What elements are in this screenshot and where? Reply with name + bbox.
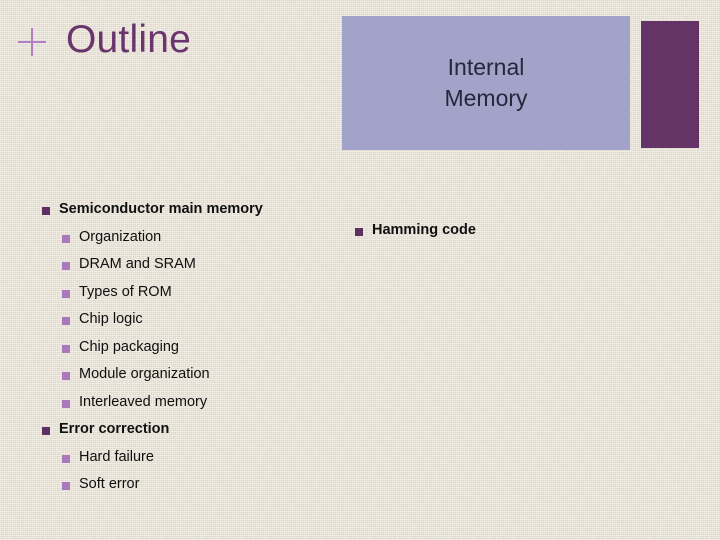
outline-label: Interleaved memory — [79, 393, 208, 410]
slide-canvas: Outline Internal Memory Semiconductor ma… — [0, 0, 720, 540]
outline-item: Module organization — [42, 365, 342, 393]
accent-block — [641, 21, 699, 148]
outline-label: Hard failure — [79, 448, 154, 465]
outline-item: Organization — [42, 228, 342, 256]
outline-label: Error correction — [59, 421, 170, 437]
bullet-square-icon — [355, 228, 363, 236]
outline-item: Semiconductor main memory — [42, 200, 342, 228]
outline-item: Soft error — [42, 475, 342, 503]
page-title: Outline — [66, 18, 191, 61]
bullet-square-icon — [42, 427, 50, 435]
plus-icon — [18, 27, 48, 57]
outline-label: Semiconductor main memory — [59, 201, 263, 217]
outline-item: Interleaved memory — [42, 393, 342, 421]
banner-title: Internal Memory — [444, 53, 528, 111]
right-column-label: Hamming code — [372, 222, 476, 238]
outline-label: Chip logic — [79, 311, 143, 327]
outline-label: DRAM and SRAM — [79, 256, 196, 272]
outline-item: Types of ROM — [42, 283, 342, 311]
bullet-square-icon — [42, 207, 50, 215]
internal-memory-banner: Internal Memory — [342, 16, 630, 150]
outline-label: Module organization — [79, 366, 210, 382]
outline-label: Chip packaging — [79, 338, 179, 355]
outline-item: Chip packaging — [42, 338, 342, 366]
outline-item: DRAM and SRAM — [42, 255, 342, 283]
outline-label: Soft error — [79, 476, 140, 492]
outline-list: Semiconductor main memory Organization DRA… — [42, 200, 342, 503]
outline-item: Error correction — [42, 420, 342, 448]
bullet-square-icon — [62, 399, 70, 408]
bullet-square-icon — [62, 454, 70, 463]
right-column-item: Hamming code — [355, 221, 605, 249]
outline-item: Hard failure — [42, 448, 342, 476]
bullet-square-icon — [62, 289, 70, 298]
bullet-square-icon — [62, 482, 70, 490]
right-column-list: Hamming code — [355, 221, 605, 249]
outline-label: Types of ROM — [79, 283, 172, 300]
bullet-square-icon — [62, 372, 70, 380]
bullet-square-icon — [62, 262, 70, 270]
bullet-square-icon — [62, 234, 70, 243]
bullet-square-icon — [62, 344, 70, 353]
outline-label: Organization — [79, 228, 162, 245]
outline-item: Chip logic — [42, 310, 342, 338]
bullet-square-icon — [62, 317, 70, 325]
